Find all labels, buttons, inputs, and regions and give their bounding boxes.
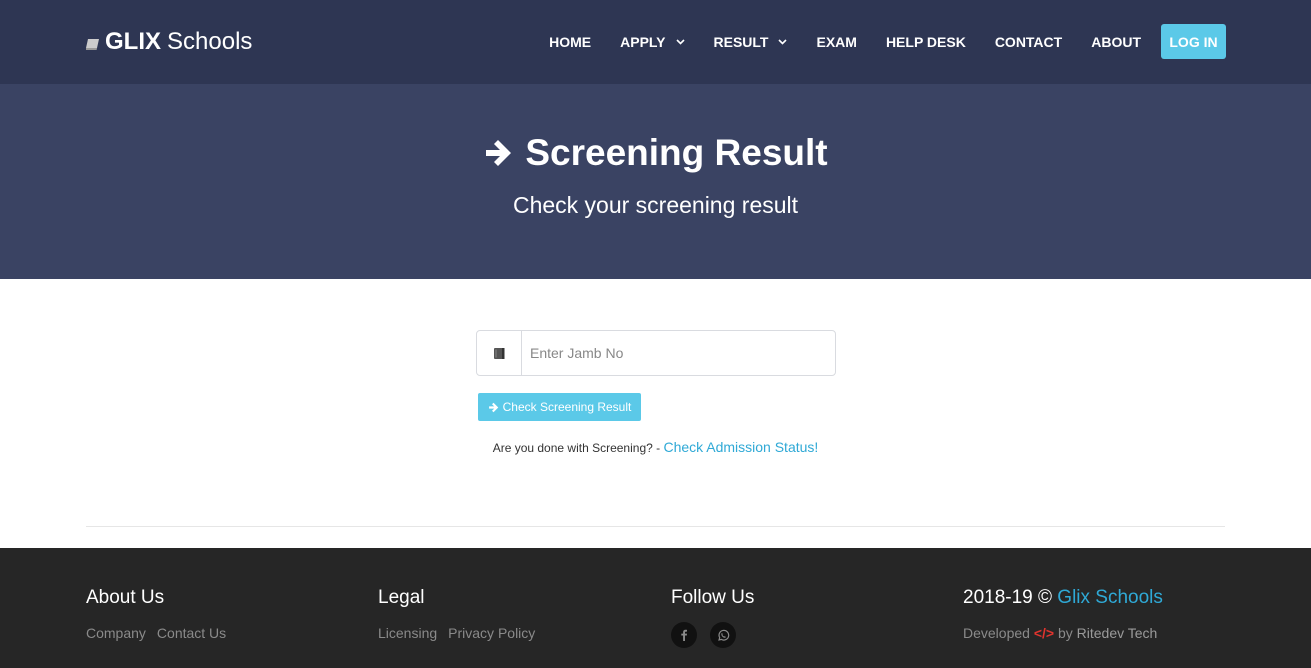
brand-name-bold: GLIX	[105, 28, 162, 55]
brand-logo[interactable]: GLIX Schools	[86, 28, 252, 56]
book-icon	[86, 38, 99, 50]
nav-exam[interactable]: EXAM	[816, 34, 856, 50]
footer-legal-title: Legal	[378, 587, 425, 608]
footer-about: About Us Company Contact Us	[86, 587, 237, 643]
main-nav: HOME APPLY RESULT EXAM HELP DESK CONTACT…	[549, 24, 1226, 59]
check-button-label: Check Screening Result	[502, 400, 632, 414]
footer-about-title: About Us	[86, 587, 165, 608]
copyright-years: 2018-19 ©	[963, 587, 1053, 608]
content-divider	[86, 526, 1225, 527]
jamb-number-input[interactable]	[522, 331, 835, 375]
copyright-brand-link[interactable]: Glix Schools	[1057, 587, 1163, 608]
arrow-right-icon	[488, 402, 498, 412]
done-text: Are you done with Screening? -	[492, 441, 664, 455]
by-text: by	[1057, 625, 1073, 641]
facebook-button[interactable]	[671, 622, 697, 648]
page-title: Screening Result	[0, 132, 1311, 174]
admission-status-prompt: Are you done with Screening? - Check Adm…	[0, 439, 1311, 455]
page-subtitle: Check your screening result	[512, 192, 799, 218]
nav-home[interactable]: HOME	[549, 34, 591, 50]
footer-link-privacy-policy[interactable]: Privacy Policy	[448, 625, 535, 641]
nav-apply-label: APPLY	[620, 33, 666, 50]
check-screening-result-button[interactable]: Check Screening Result	[478, 393, 641, 421]
jamb-input-group	[476, 330, 836, 376]
nav-apply[interactable]: APPLY	[620, 33, 685, 50]
nav-about-label: ABOUT	[1091, 33, 1141, 50]
footer: About Us Company Contact Us Legal Licensi…	[0, 548, 1311, 668]
developed-text: Developed	[963, 625, 1030, 641]
whatsapp-button[interactable]	[710, 622, 736, 648]
input-addon	[477, 331, 522, 375]
navbar: GLIX Schools HOME APPLY RESULT EXAM HELP…	[0, 0, 1311, 84]
nav-about[interactable]: ABOUT	[1091, 34, 1141, 50]
footer-copyright: 2018-19 © Glix Schools Developed </> by …	[963, 587, 1163, 641]
check-admission-status-link[interactable]: Check Admission Status!	[663, 439, 818, 455]
developer-name[interactable]: Ritedev Tech	[1077, 625, 1158, 641]
copyright-line: 2018-19 © Glix Schools	[963, 587, 1163, 609]
nav-contact[interactable]: CONTACT	[995, 34, 1062, 50]
footer-link-contact-us[interactable]: Contact Us	[157, 625, 226, 641]
footer-follow: Follow Us	[671, 587, 754, 648]
nav-exam-label: EXAM	[816, 33, 857, 50]
code-icon: </>	[1033, 625, 1055, 641]
nav-home-label: HOME	[549, 33, 592, 50]
whatsapp-icon	[717, 629, 729, 641]
chevron-down-icon	[778, 39, 788, 45]
nav-result[interactable]: RESULT	[714, 34, 788, 50]
footer-follow-title: Follow Us	[671, 587, 755, 608]
brand-name-light: Schools	[167, 28, 253, 55]
nav-help-desk-label: HELP DESK	[885, 33, 966, 50]
page-title-text: Screening Result	[525, 132, 828, 173]
login-button[interactable]: LOG IN	[1161, 24, 1226, 59]
nav-help-desk[interactable]: HELP DESK	[886, 34, 966, 50]
nav-contact-label: CONTACT	[994, 33, 1063, 50]
chevron-down-icon	[675, 39, 685, 45]
arrow-right-icon	[486, 140, 512, 166]
facebook-icon	[681, 629, 687, 641]
nav-result-label: RESULT	[713, 33, 769, 50]
footer-link-company[interactable]: Company	[86, 625, 146, 641]
developer-credit: Developed </> by Ritedev Tech	[963, 625, 1163, 641]
footer-legal: Legal Licensing Privacy Policy	[378, 587, 546, 643]
book-icon	[493, 347, 504, 359]
footer-link-licensing[interactable]: Licensing	[378, 625, 437, 641]
hero-banner: Screening Result Check your screening re…	[0, 84, 1311, 279]
